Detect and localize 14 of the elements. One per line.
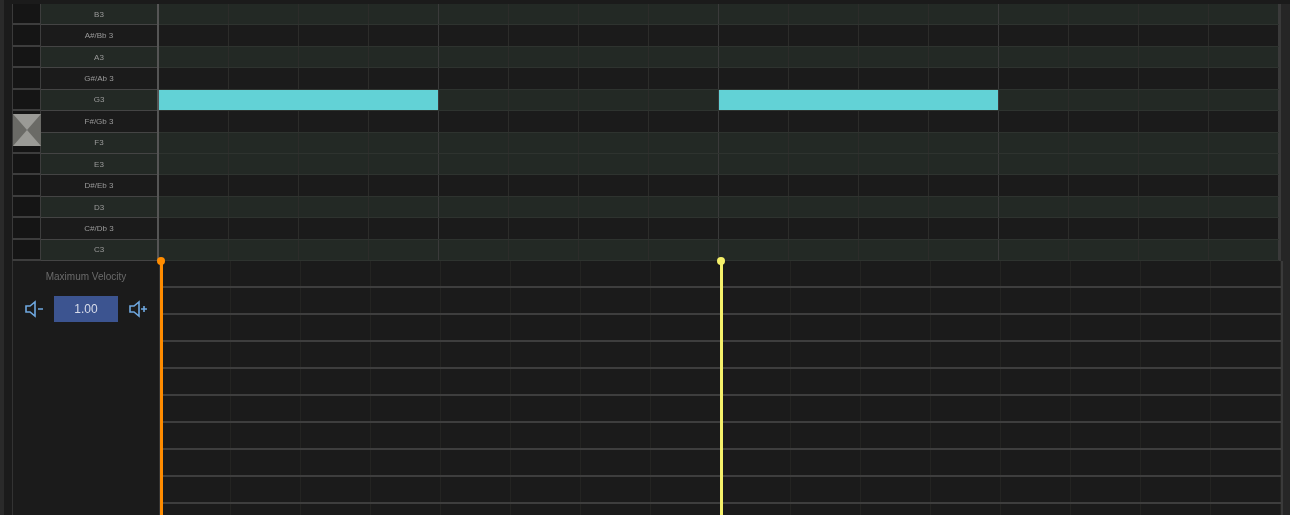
key-label[interactable]: E3: [41, 153, 157, 176]
key-label[interactable]: G3: [41, 89, 157, 112]
velocity-field[interactable]: 1.00: [54, 296, 118, 322]
key-label[interactable]: A3: [41, 46, 157, 69]
key-label[interactable]: F3: [41, 132, 157, 154]
note-block[interactable]: [719, 89, 999, 111]
volume-up-icon[interactable]: [128, 300, 148, 318]
note-block[interactable]: [159, 89, 439, 111]
panel-label: Maximum Velocity: [45, 271, 127, 282]
key-label[interactable]: D3: [41, 196, 157, 219]
volume-down-icon[interactable]: [24, 300, 44, 318]
key-label[interactable]: B3: [41, 4, 157, 26]
scroll-handle-icon[interactable]: [13, 114, 41, 146]
key-label[interactable]: C3: [41, 239, 157, 262]
